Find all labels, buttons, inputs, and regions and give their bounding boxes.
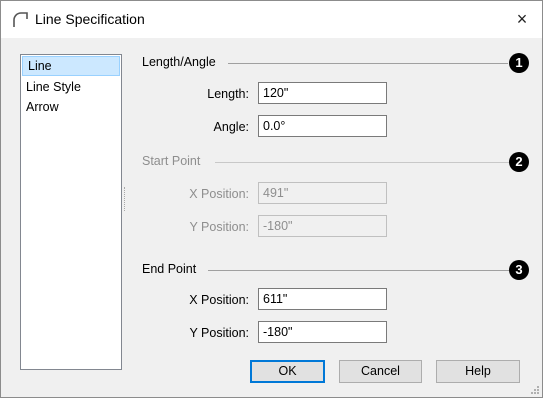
end-point-divider bbox=[208, 270, 509, 271]
length-angle-heading: Length/Angle bbox=[142, 55, 216, 69]
panel-splitter[interactable] bbox=[124, 187, 127, 211]
start-x-field: 491" bbox=[258, 182, 387, 204]
cancel-button[interactable]: Cancel bbox=[339, 360, 422, 383]
title-bar: Line Specification × bbox=[1, 1, 542, 38]
resize-grip-icon[interactable] bbox=[529, 384, 539, 394]
start-y-field: -180" bbox=[258, 215, 387, 237]
length-field[interactable]: 120" bbox=[258, 82, 387, 104]
arc-icon bbox=[13, 12, 28, 27]
ok-button[interactable]: OK bbox=[250, 360, 325, 383]
line-specification-dialog: Line Specification × Line Line Style Arr… bbox=[0, 0, 543, 398]
help-button[interactable]: Help bbox=[436, 360, 520, 383]
sidebar-item-arrow[interactable]: Arrow bbox=[21, 97, 121, 117]
start-point-heading: Start Point bbox=[142, 154, 201, 168]
angle-label: Angle: bbox=[213, 120, 249, 134]
callout-badge-3: 3 bbox=[509, 260, 529, 280]
end-y-field[interactable]: -180" bbox=[258, 321, 387, 343]
dialog-title: Line Specification bbox=[35, 11, 145, 27]
end-point-heading: End Point bbox=[142, 262, 197, 276]
end-y-label: Y Position: bbox=[189, 326, 249, 340]
sidebar-item-line[interactable]: Line bbox=[22, 56, 120, 76]
end-x-label: X Position: bbox=[189, 293, 249, 307]
category-list[interactable]: Line Line Style Arrow bbox=[20, 54, 122, 370]
callout-badge-2: 2 bbox=[509, 152, 529, 172]
length-label: Length: bbox=[207, 87, 249, 101]
start-x-label: X Position: bbox=[189, 187, 249, 201]
end-x-field[interactable]: 611" bbox=[258, 288, 387, 310]
callout-badge-1: 1 bbox=[509, 53, 529, 73]
angle-field[interactable]: 0.0° bbox=[258, 115, 387, 137]
sidebar-item-line-style[interactable]: Line Style bbox=[21, 77, 121, 97]
start-y-label: Y Position: bbox=[189, 220, 249, 234]
start-point-divider bbox=[215, 162, 509, 163]
length-angle-divider bbox=[228, 63, 508, 64]
close-icon[interactable]: × bbox=[510, 7, 534, 31]
